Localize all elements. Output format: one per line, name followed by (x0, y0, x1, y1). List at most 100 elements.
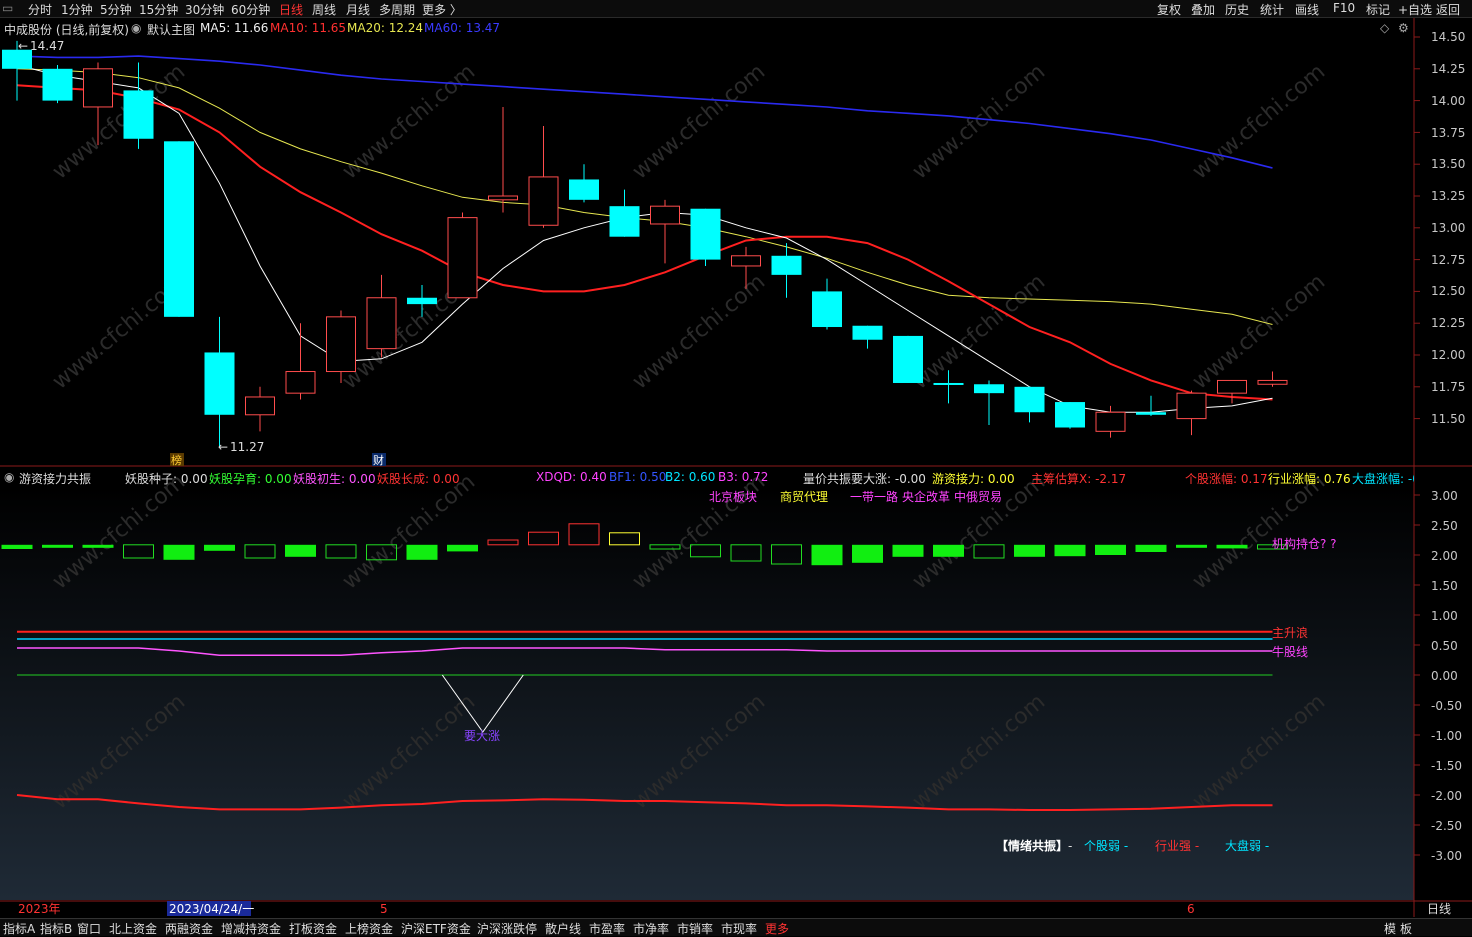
sub-bar (82, 544, 114, 548)
ma20-line (16, 68, 1273, 325)
candle-up (83, 68, 113, 108)
sub-bar (204, 544, 235, 551)
btab-list-funds[interactable]: 上榜资金 (345, 920, 393, 937)
btab-indicator-a[interactable]: 指标A (3, 920, 35, 937)
watermark-text: www.cfchi.com (628, 59, 770, 184)
tag-beijing: 北京板块 (709, 490, 757, 504)
ma10-line (16, 84, 1273, 401)
btab-indicator-b[interactable]: 指标B (40, 920, 72, 937)
candle-down (690, 208, 721, 260)
candle-down (1014, 386, 1045, 413)
candle-up (731, 255, 761, 267)
date-month-5: 5 (380, 902, 388, 916)
xdqd-value: XDQD: 0.40 (536, 470, 607, 484)
stock-weak-label: 个股弱 - (1084, 839, 1128, 853)
candle-down (1055, 402, 1085, 428)
market-change: 大盘涨幅: -0 (1352, 472, 1414, 486)
date-cursor-label: 2023/04/24/一 (169, 902, 254, 916)
sub-bar (285, 544, 316, 557)
candle-down (164, 141, 194, 317)
watermark-text: www.cfchi.com (628, 269, 770, 394)
btab-northbound[interactable]: 北上资金 (109, 920, 157, 937)
candle-down (569, 179, 599, 200)
btab-pb[interactable]: 市净率 (633, 920, 669, 937)
candle-down (407, 297, 437, 305)
btab-etf-funds[interactable]: 沪深ETF资金 (401, 920, 471, 937)
candle-up (447, 217, 478, 299)
btab-pcf[interactable]: 市现率 (721, 920, 757, 937)
market-weak-label: 大盘弱 - (1225, 838, 1269, 853)
candle-up (528, 176, 559, 226)
sub-bar (42, 544, 73, 548)
demon-breed-value: 妖股孕育: 0.00 (209, 472, 292, 486)
main-wave-label: 主升浪 (1272, 625, 1308, 640)
tag-sino-russia: 中俄贸易 (954, 489, 1002, 504)
bf1-value: BF1: 0.50 (609, 470, 667, 484)
big-rise-label: 要大涨 (464, 728, 500, 743)
high-arrow-icon: ← (18, 39, 28, 53)
candle-up (285, 371, 316, 394)
tag-trade-agent: 商贸代理 (780, 489, 828, 504)
watermark-text: www.cfchi.com (908, 269, 1050, 394)
sub-bar (811, 544, 843, 566)
btab-margin[interactable]: 两融资金 (165, 920, 213, 937)
board-button[interactable]: 板 (1400, 920, 1412, 937)
watermark-text: www.cfchi.com (908, 59, 1050, 184)
hot-money-relay: 游资接力: 0.00 (932, 472, 1015, 486)
emotion-resonance-label: 【情绪共振】 (996, 838, 1068, 853)
btab-window[interactable]: 窗口 (77, 920, 101, 937)
demon-born-value: 妖股初生: 0.00 (293, 472, 376, 486)
sub-bar (447, 544, 478, 552)
watermark-text: www.cfchi.com (1188, 269, 1330, 394)
template-button[interactable]: 模 (1384, 920, 1396, 937)
btab-ps[interactable]: 市销率 (677, 920, 713, 937)
candle-down (204, 352, 235, 415)
tag-soe-reform: 央企改革 (902, 489, 950, 504)
btab-limit-up-funds[interactable]: 打板资金 (289, 920, 337, 937)
candle-down (852, 325, 883, 340)
sub-bar (163, 544, 195, 560)
candle-down (893, 335, 923, 383)
period-label: 日线 (1427, 902, 1451, 916)
indicator-name[interactable]: 游资接力共振 (19, 470, 91, 487)
candle-down (42, 68, 73, 101)
sub-bar (1135, 544, 1167, 552)
sub-bar (1, 544, 33, 549)
demon-seed-value: 妖股种子: 0.00 (125, 472, 208, 486)
indicator-toolbar: 指标A 指标B 窗口 北上资金 两融资金 增减持资金 打板资金 上榜资金 沪深E… (0, 918, 1472, 936)
candle-up (245, 396, 275, 416)
tag-belt-road: 一带一路 (850, 489, 898, 504)
candle-up (1176, 392, 1207, 420)
volume-price-resonance: 量价共振要大涨: -0.00 (803, 472, 926, 486)
emotion-dash: - (1068, 839, 1072, 853)
bull-line-label: 牛股线 (1272, 644, 1308, 659)
btab-retail-line[interactable]: 散户线 (545, 920, 581, 937)
btab-more[interactable]: 更多 (765, 920, 789, 937)
b3-value: B3: 0.72 (718, 470, 769, 484)
sub-bar (1095, 544, 1126, 555)
dragon-list-mark: 榜 (171, 453, 182, 467)
sub-bar (1176, 544, 1207, 548)
candle-down (933, 382, 964, 385)
sub-bar (1054, 544, 1086, 557)
date-year-label: 2023年 (18, 902, 61, 916)
candle-up (650, 205, 680, 225)
sub-bar (933, 544, 964, 557)
sub-bar (1014, 544, 1045, 557)
btab-pe[interactable]: 市盈率 (589, 920, 625, 937)
watermark-text: www.cfchi.com (338, 59, 480, 184)
candle-down (771, 255, 802, 275)
candle-up (1217, 379, 1247, 394)
industry-strong-label: 行业强 - (1155, 839, 1199, 853)
candle-up (366, 297, 397, 350)
stock-change: 个股涨幅: 0.17 (1185, 472, 1268, 486)
demon-grown-value: 妖股长成: 0.00 (377, 472, 460, 486)
indicator-settings-icon[interactable]: ◉ (4, 470, 14, 484)
kline-chart[interactable]: www.cfchi.com www.cfchi.com www.cfchi.com w… (0, 0, 1472, 935)
industry-change: 行业涨幅: 0.76 (1268, 472, 1351, 486)
candle-up (326, 316, 356, 373)
candle-down (123, 90, 154, 139)
candle-down (1136, 412, 1166, 415)
btab-limit-stats[interactable]: 沪深涨跌停 (477, 920, 537, 937)
btab-holding-change[interactable]: 增减持资金 (221, 920, 281, 937)
